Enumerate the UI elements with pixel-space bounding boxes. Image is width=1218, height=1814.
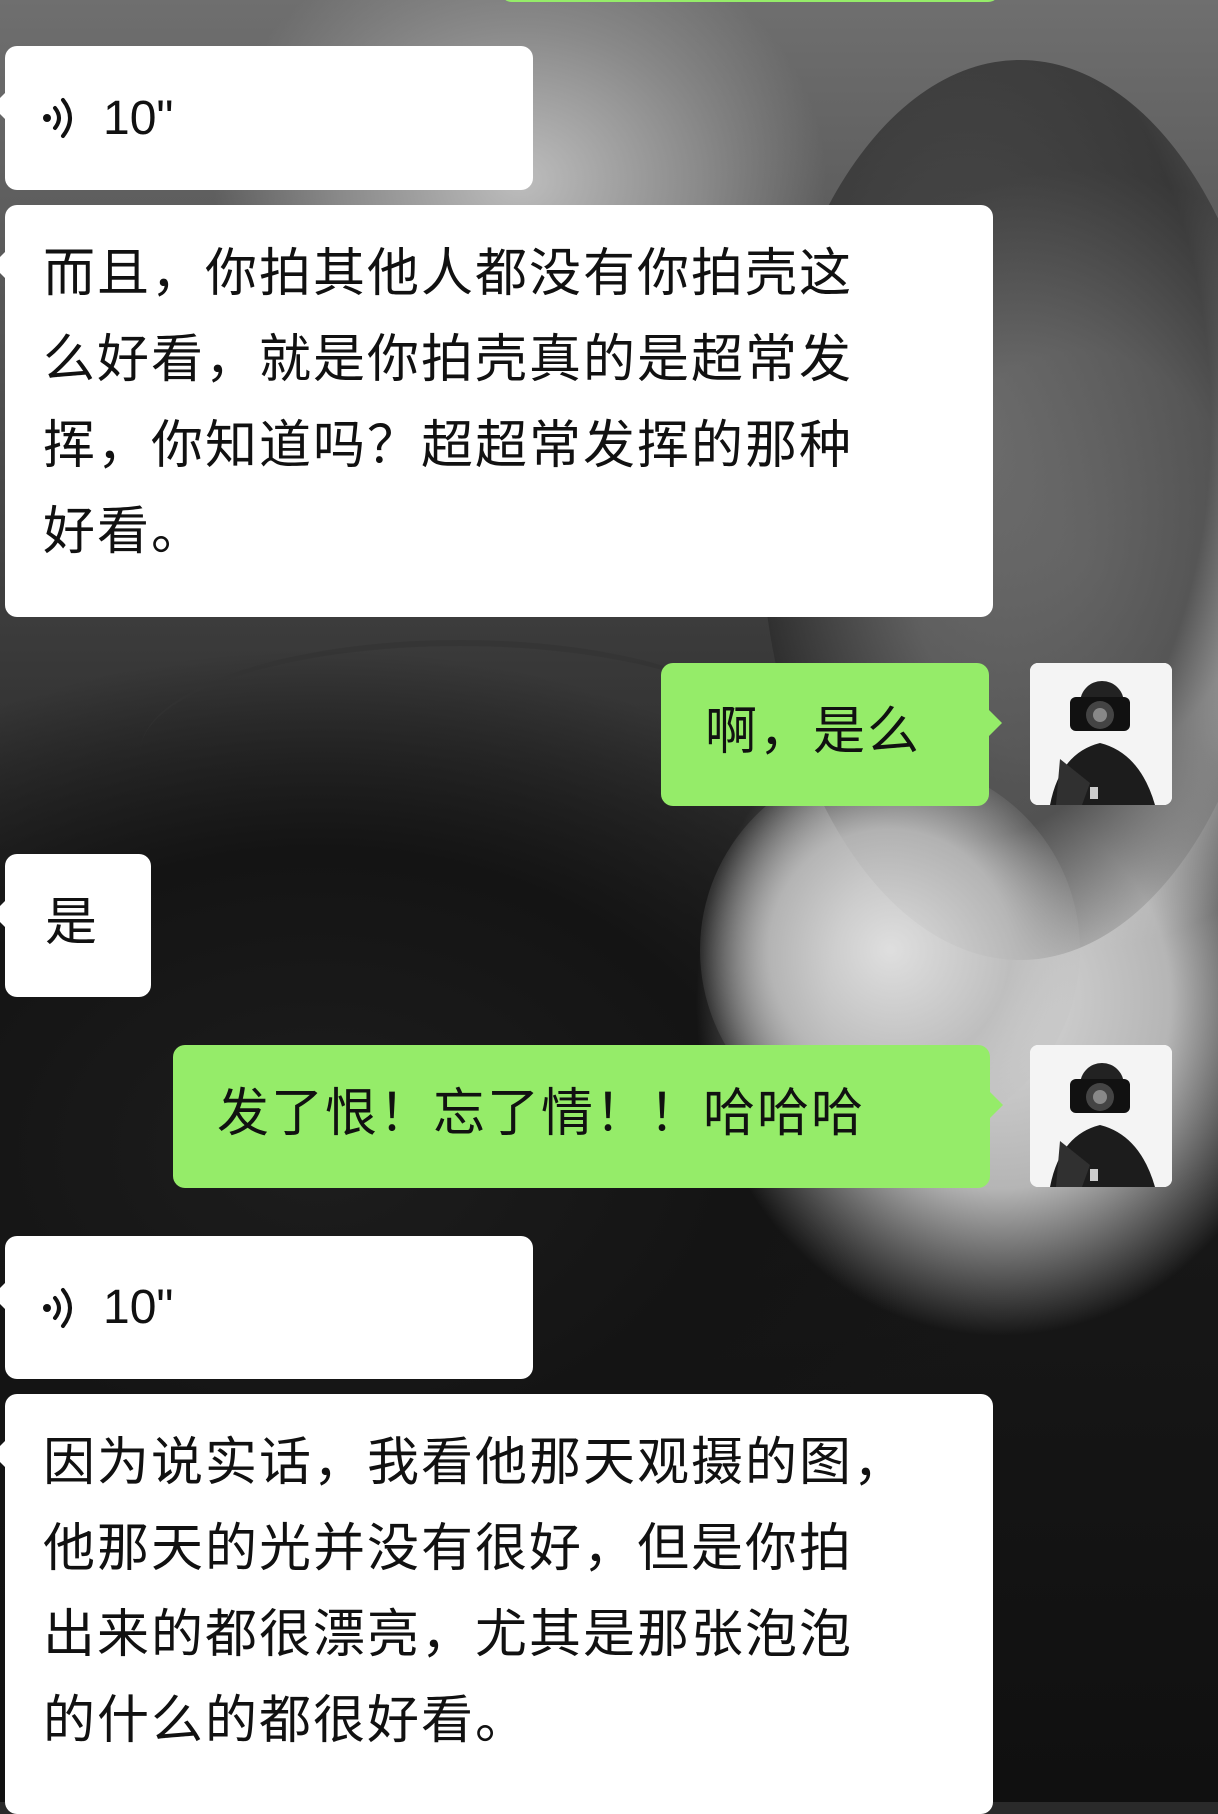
camera-photographer-icon [1030, 1045, 1172, 1187]
text-message-bubble[interactable]: 因为说实话，我看他那天观摄的图， 他那天的光并没有很好，但是你拍 出来的都很漂亮… [0, 1394, 993, 1814]
message-text: 因为说实话，我看他那天观摄的图， 他那天的光并没有很好，但是你拍 出来的都很漂亮… [43, 1433, 908, 1751]
voice-message-bubble[interactable]: 10" [0, 46, 533, 190]
sent-text-message-bubble[interactable]: 发了恨！忘了情！！哈哈哈 [173, 1045, 1003, 1188]
voice-duration: 10" [103, 1281, 174, 1334]
self-avatar[interactable] [1030, 1045, 1172, 1187]
message-text: 啊，是么 [705, 702, 922, 762]
message-text: 是 [45, 893, 100, 953]
camera-photographer-icon [1030, 663, 1172, 805]
message-text: 发了恨！忘了情！！哈哈哈 [217, 1084, 866, 1144]
voice-message-bubble[interactable]: 10" [0, 1236, 533, 1379]
previous-message-bubble-edge [500, 0, 1000, 2]
voice-duration: 10" [103, 91, 174, 145]
text-message-bubble[interactable]: 而且，你拍其他人都没有你拍壳这 么好看，就是你拍壳真的是超常发 挥，你知道吗？超… [0, 205, 993, 617]
voice-wave-icon [43, 1287, 72, 1328]
message-text: 而且，你拍其他人都没有你拍壳这 么好看，就是你拍壳真的是超常发 挥，你知道吗？超… [43, 244, 854, 562]
self-avatar[interactable] [1030, 663, 1172, 805]
text-message-bubble[interactable]: 是 [0, 854, 151, 997]
voice-wave-icon [43, 98, 72, 138]
sent-text-message-bubble[interactable]: 啊，是么 [661, 663, 1002, 806]
